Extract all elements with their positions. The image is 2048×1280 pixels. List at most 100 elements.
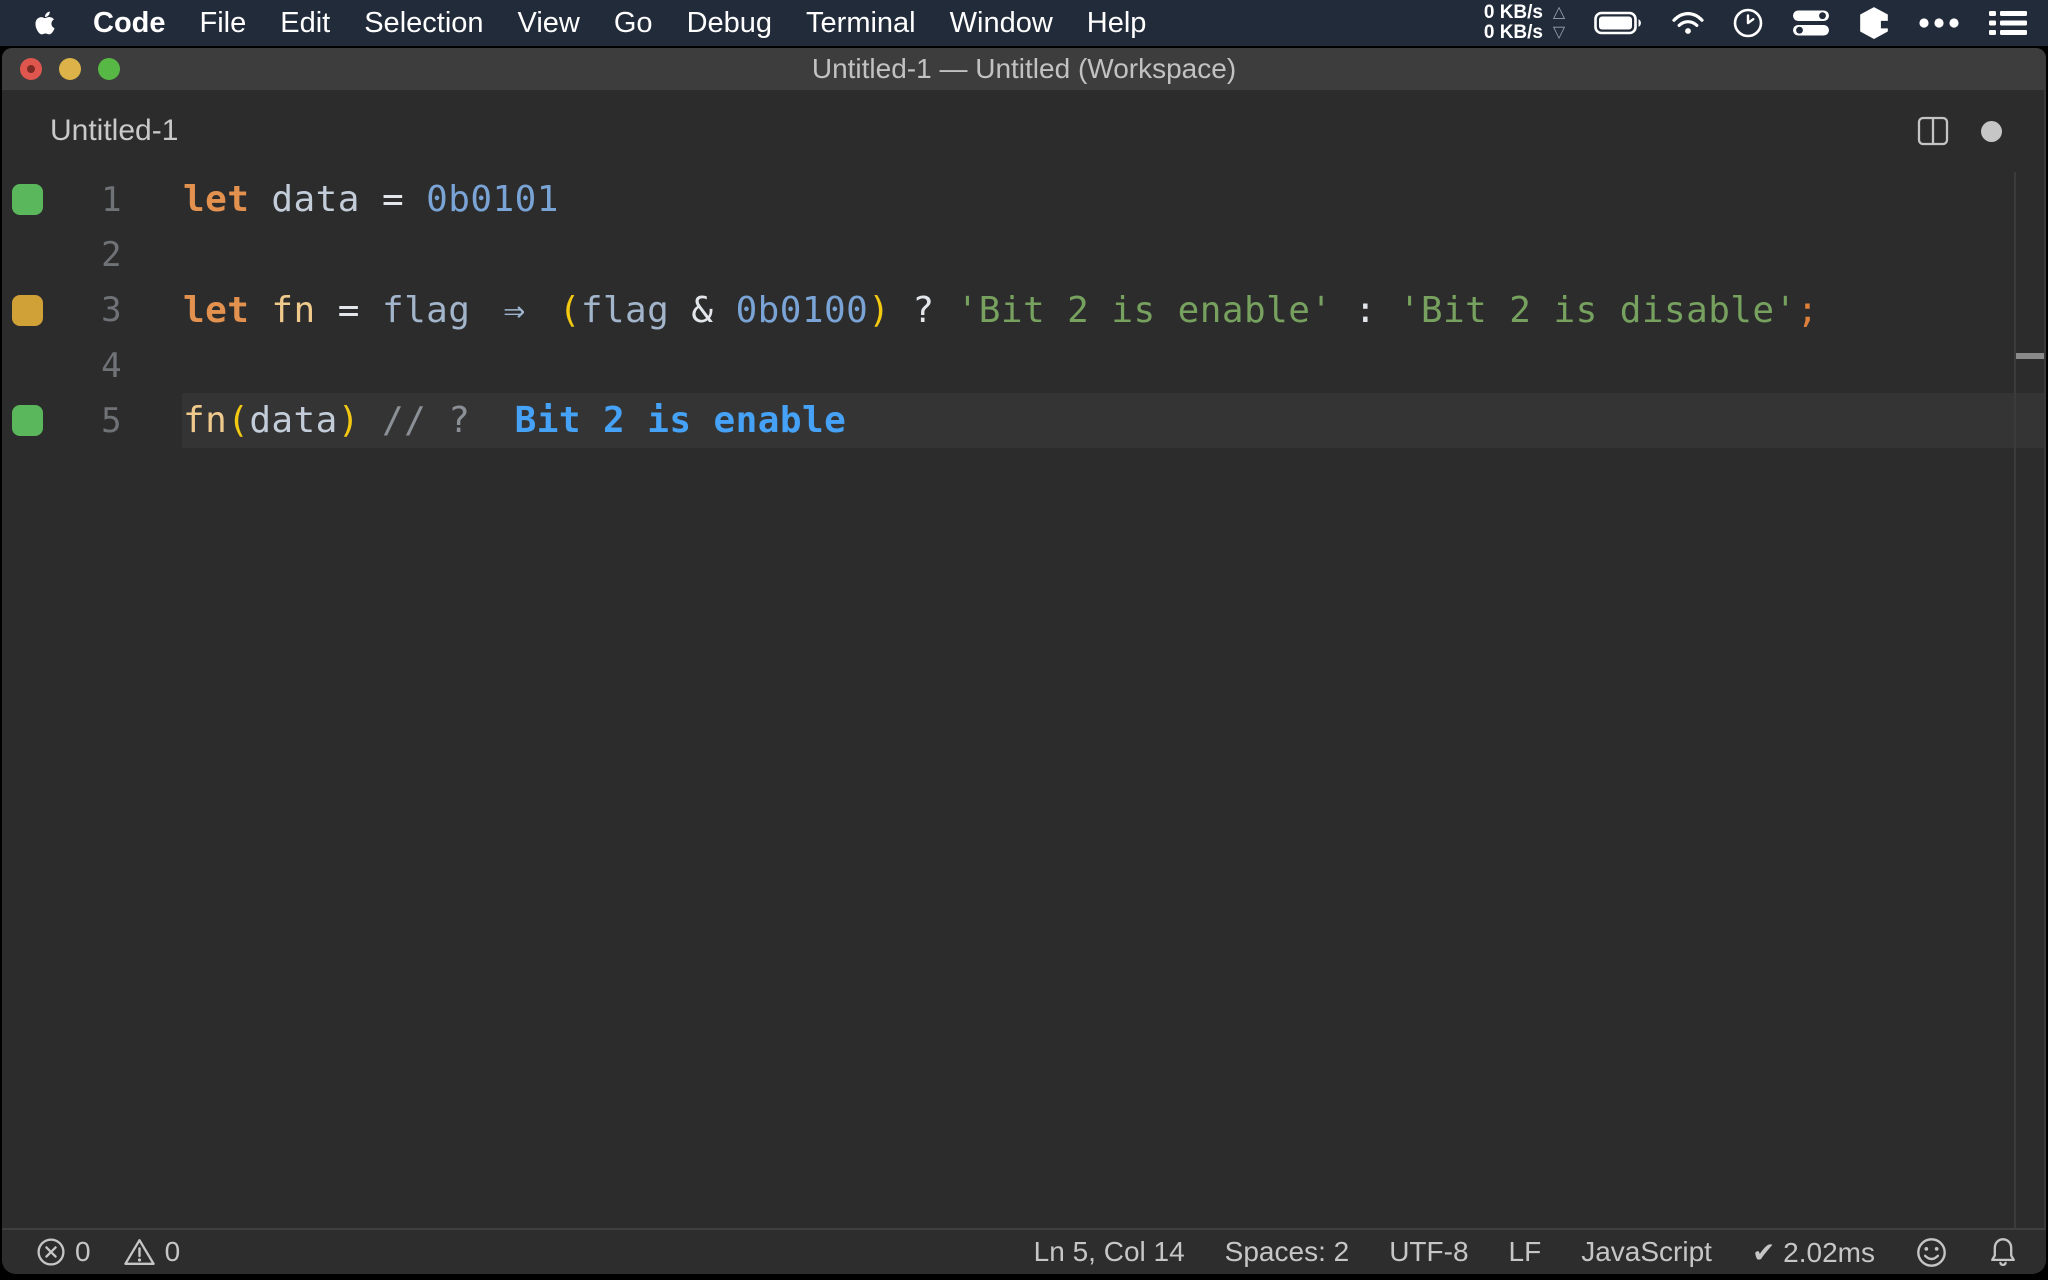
code-line-3[interactable]: 3 let fn = flag ⇒ (flag & 0b0100) ? 'Bit … — [2, 283, 2046, 338]
list-icon[interactable] — [1988, 8, 2028, 38]
window-titlebar[interactable]: Untitled-1 — Untitled (Workspace) — [2, 48, 2046, 90]
network-down-speed: 0 KB/s — [1483, 22, 1543, 43]
menu-items: Code File Edit Selection View Go Debug Terminal… — [76, 0, 1163, 46]
code-token: ) — [337, 400, 360, 442]
code-editor[interactable]: 1 let data = 0b0101 2 3 let fn = flag ⇒ (fla… — [2, 172, 2046, 1228]
window-right-edge — [2044, 90, 2046, 1228]
code-token: fn — [183, 400, 228, 442]
code-token: : — [1354, 289, 1377, 331]
quokka-orange-marker — [12, 294, 43, 326]
minimize-button[interactable] — [59, 58, 81, 80]
tab-untitled-1[interactable]: Untitled-1 — [50, 90, 178, 172]
notifications-bell-icon[interactable] — [1988, 1236, 2018, 1269]
code-token: ; — [1796, 289, 1819, 331]
menu-item-view[interactable]: View — [501, 0, 597, 46]
error-count: 0 — [75, 1236, 91, 1267]
code-token: ? — [912, 289, 935, 331]
code-line-4[interactable]: 4 — [2, 338, 2046, 393]
code-token: fn — [271, 289, 316, 331]
feedback-smiley-icon[interactable] — [1915, 1236, 1948, 1269]
encoding[interactable]: UTF-8 — [1389, 1236, 1468, 1268]
code-token: data — [249, 400, 338, 442]
zoom-button[interactable] — [98, 58, 120, 80]
quokka-green-marker — [12, 405, 43, 437]
code-text: let data = 0b0101 — [122, 179, 559, 220]
eol[interactable]: LF — [1509, 1236, 1542, 1268]
code-token: = — [381, 179, 405, 221]
menu-item-go[interactable]: Go — [597, 0, 670, 46]
code-token: = — [337, 289, 360, 331]
code-token: flag — [381, 289, 471, 331]
code-text: fn(data) // ? Bit 2 is enable — [122, 400, 846, 441]
overview-ruler-marker — [2016, 353, 2046, 359]
code-token: Bit 2 is enable — [514, 400, 847, 442]
vscode-window: Untitled-1 — Untitled (Workspace) Untitl… — [2, 48, 2046, 1274]
upload-arrow-icon: △ — [1552, 4, 1566, 21]
window-title: Untitled-1 — Untitled (Workspace) — [811, 53, 1237, 84]
line-number[interactable]: 3 — [58, 290, 122, 330]
warning-count: 0 — [164, 1236, 181, 1267]
code-token: 0b0101 — [426, 179, 559, 221]
code-token: let — [183, 179, 250, 221]
line-number[interactable]: 2 — [58, 235, 122, 275]
network-speed-widget[interactable]: 0 KB/s △ 0 KB/s ▽ — [1484, 3, 1568, 43]
language-mode[interactable]: JavaScript — [1581, 1236, 1712, 1268]
apple-menu-icon[interactable] — [34, 10, 56, 36]
code-text: let fn = flag ⇒ (flag & 0b0100) ? 'Bit 2… — [122, 290, 1819, 331]
code-token: ( — [558, 289, 581, 331]
menu-item-window[interactable]: Window — [933, 0, 1070, 46]
line-number[interactable]: 5 — [58, 401, 122, 441]
unsaved-dot-icon[interactable] — [1981, 120, 2002, 142]
problems-indicator[interactable]: 0 0 — [36, 1236, 180, 1268]
status-bar: 0 0 Ln 5, Col 14 Spaces: 2 UTF-8 LF JavaScri… — [2, 1228, 2046, 1274]
editor-actions — [1917, 90, 2002, 172]
close-button[interactable] — [20, 58, 42, 80]
code-token: ( — [227, 400, 250, 442]
line-number[interactable]: 1 — [58, 180, 122, 220]
menu-item-terminal[interactable]: Terminal — [789, 0, 933, 46]
cursor-position[interactable]: Ln 5, Col 14 — [1034, 1236, 1185, 1268]
ellipsis-icon[interactable] — [1917, 17, 1961, 29]
indentation[interactable]: Spaces: 2 — [1225, 1236, 1350, 1268]
code-token: 'Bit 2 is enable' — [956, 289, 1333, 331]
battery-icon[interactable] — [1594, 10, 1644, 36]
menu-item-debug[interactable]: Debug — [670, 0, 789, 46]
split-editor-icon[interactable] — [1917, 116, 1949, 146]
menu-item-selection[interactable]: Selection — [347, 0, 500, 46]
code-line-5[interactable]: 5 fn(data) // ? Bit 2 is enable — [2, 393, 2046, 449]
menu-item-file[interactable]: File — [183, 0, 264, 46]
code-token: & — [691, 289, 714, 331]
clock-icon[interactable] — [1732, 7, 1764, 39]
error-icon — [37, 1238, 65, 1266]
quokka-run-time[interactable]: ✔ 2.02ms — [1752, 1236, 1875, 1269]
menu-item-help[interactable]: Help — [1070, 0, 1164, 46]
code-token: let — [183, 289, 250, 331]
code-line-1[interactable]: 1 let data = 0b0101 — [2, 172, 2046, 227]
line-number[interactable]: 4 — [58, 346, 122, 386]
quokka-green-marker — [12, 184, 43, 216]
control-center-icon[interactable] — [1791, 9, 1831, 37]
menu-item-code[interactable]: Code — [76, 0, 183, 46]
code-token: // ? — [381, 400, 471, 442]
cube-icon[interactable] — [1858, 6, 1890, 40]
warning-icon — [123, 1239, 155, 1265]
code-line-2[interactable]: 2 — [2, 227, 2046, 282]
wifi-icon[interactable] — [1671, 10, 1705, 36]
code-token: ) — [868, 289, 891, 331]
menu-item-edit[interactable]: Edit — [263, 0, 347, 46]
editor-tab-bar: Untitled-1 — [2, 90, 2046, 172]
